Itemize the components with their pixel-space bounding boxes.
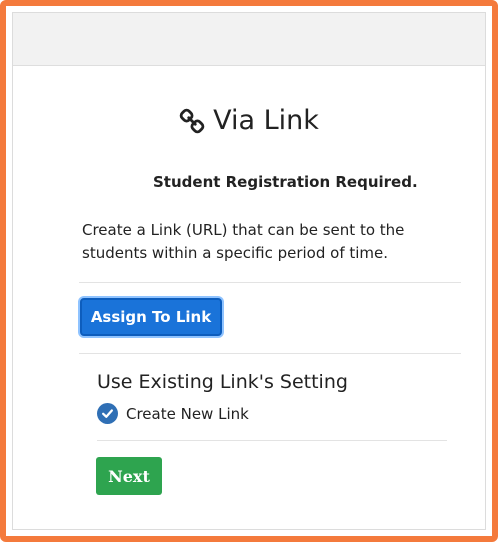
link-icon xyxy=(179,108,205,134)
registration-required-text: Student Registration Required. xyxy=(153,173,418,191)
dialog-frame: Via Link Student Registration Required. … xyxy=(0,0,498,542)
title-text: Via Link xyxy=(213,105,319,136)
divider xyxy=(79,353,461,354)
dialog-header-bar xyxy=(13,13,485,66)
assign-to-link-button[interactable]: Assign To Link xyxy=(80,298,222,336)
divider xyxy=(97,440,447,441)
create-new-link-label: Create New Link xyxy=(126,404,249,423)
check-circle-icon[interactable] xyxy=(97,403,118,424)
divider xyxy=(79,282,461,283)
link-description: Create a Link (URL) that can be sent to … xyxy=(82,221,405,262)
dialog-title: Via Link xyxy=(13,105,485,136)
create-new-link-option[interactable]: Create New Link xyxy=(97,403,249,424)
dialog-panel: Via Link Student Registration Required. … xyxy=(12,12,486,530)
next-button[interactable]: Next xyxy=(96,457,162,495)
existing-link-settings-title: Use Existing Link's Setting xyxy=(97,371,348,393)
